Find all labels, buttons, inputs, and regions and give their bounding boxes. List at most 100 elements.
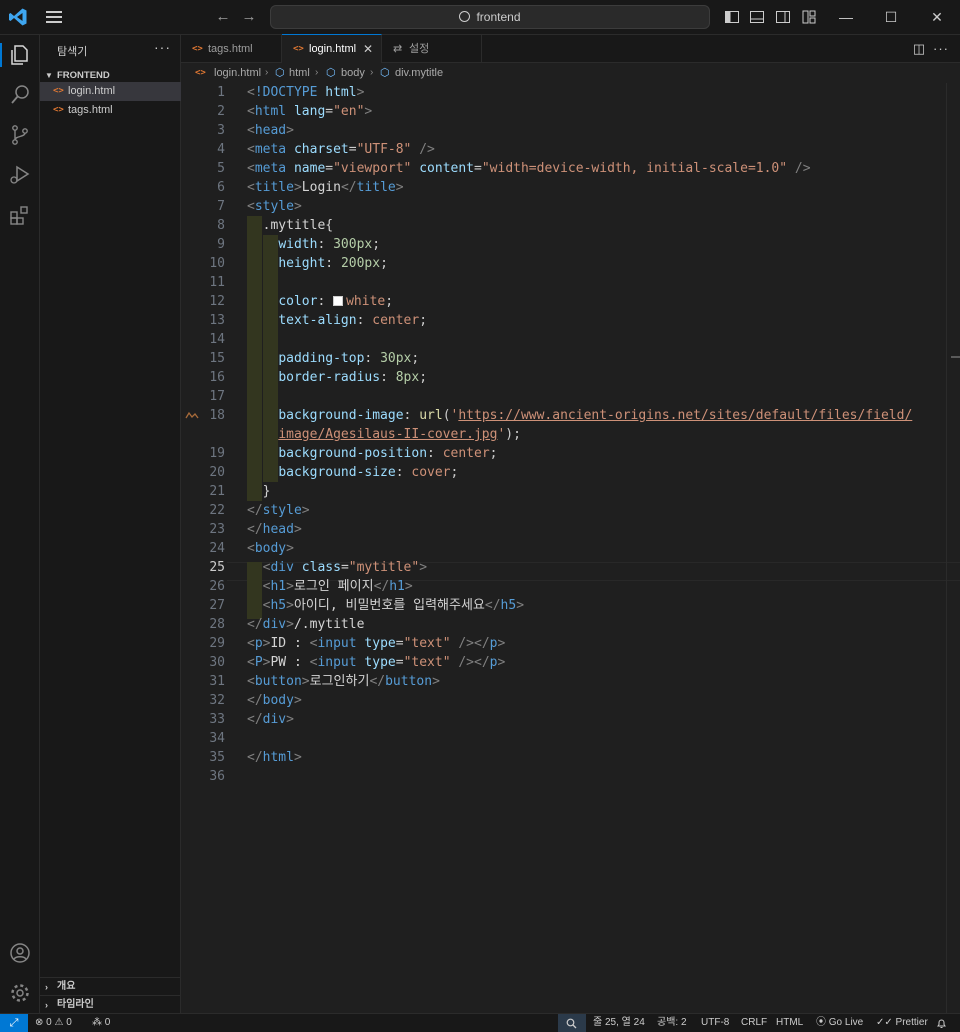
line-number: 35 [209,750,225,765]
code-line[interactable]: 31 <button>로그인하기</button> [181,672,960,691]
breadcrumb-div[interactable]: div.mytitle [395,63,443,83]
code-line[interactable]: 15 padding-top: 30px; [181,349,960,368]
toggle-primary-sidebar-icon[interactable] [724,9,740,25]
code-line[interactable]: 29 <p>ID : <input type="text" /></p> [181,634,960,653]
file-item-tags[interactable]: <> tags.html [40,101,181,120]
close-tab-icon[interactable]: ✕ [363,35,373,63]
cursor-position[interactable]: 줄 25, 열 24 [593,1014,645,1032]
encoding[interactable]: UTF-8 [701,1014,729,1032]
chevron-right-icon: › [45,1000,48,1010]
code-text: <p>ID : <input type="text" /></p> [247,636,506,651]
zoom-indicator[interactable] [558,1014,586,1032]
more-actions-button[interactable]: ··· [154,39,171,55]
code-line[interactable]: 35 </html> [181,748,960,767]
account-icon[interactable] [8,941,32,965]
breadcrumb-html[interactable]: html [289,63,310,83]
color-swatch[interactable] [333,296,344,306]
language-mode[interactable]: HTML [776,1014,803,1032]
code-text: <h5>아이디, 비밀번호를 입력해주세요</h5> [262,598,525,613]
code-line[interactable]: 4 <meta charset="UTF-8" /> [181,140,960,159]
code-line[interactable]: 30 <P>PW : <input type="text" /></p> [181,653,960,672]
run-debug-icon[interactable] [8,163,32,187]
ports-indicator[interactable]: ⁂ 0 [92,1014,110,1032]
code-line[interactable]: 18 background-image: url('https://www.an… [181,406,960,425]
code-text: background-position: center; [278,446,498,461]
code-line[interactable]: 26 <h1>로그인 페이지</h1> [181,577,960,596]
line-number: 17 [209,389,225,404]
search-icon[interactable] [8,83,32,107]
code-line[interactable]: 14 [181,330,960,349]
menu-icon[interactable] [46,11,62,23]
code-line[interactable]: 36 [181,767,960,786]
code-line[interactable]: 17 [181,387,960,406]
more-actions-icon[interactable]: ··· [933,41,949,57]
code-line[interactable]: 5 <meta name="viewport" content="width=de… [181,159,960,178]
remote-indicator-icon[interactable]: ⤢ [0,1014,28,1032]
code-line[interactable]: 9 width: 300px; [181,235,960,254]
indentation[interactable]: 공백: 2 [657,1014,687,1032]
code-line[interactable]: 13 text-align: center; [181,311,960,330]
code-line[interactable]: 20 background-size: cover; [181,463,960,482]
code-line[interactable]: 2 <html lang="en"> [181,102,960,121]
tab-tags-html[interactable]: <> tags.html [181,35,282,63]
code-text: <div class="mytitle"> [262,560,428,575]
code-editor[interactable]: 1 <!DOCTYPE html> 2 <html lang="en"> 3 <head>… [181,83,960,1013]
outline-section[interactable]: › 개요 [40,977,181,995]
code-line[interactable]: 23 </head> [181,520,960,539]
explorer-icon[interactable] [8,43,32,67]
command-center-search[interactable]: frontend [270,5,710,29]
line-number: 2 [217,104,225,119]
code-line[interactable]: 10 height: 200px; [181,254,960,273]
code-line[interactable]: 8 .mytitle{ [181,216,960,235]
forward-arrow-icon[interactable]: → [240,8,258,26]
line-number: 27 [209,598,225,613]
line-number: 26 [209,579,225,594]
active-indicator [0,43,2,67]
code-text: </head> [247,522,302,537]
breadcrumb-file[interactable]: login.html [214,63,261,83]
line-number: 19 [209,446,225,461]
prettier-button[interactable]: ✓✓ Prettier [876,1014,928,1032]
code-line[interactable]: 27 <h5>아이디, 비밀번호를 입력해주세요</h5> [181,596,960,615]
code-line[interactable]: 1 <!DOCTYPE html> [181,83,960,102]
code-line[interactable]: 25 <div class="mytitle"> [181,558,960,577]
code-line[interactable]: 19 background-position: center; [181,444,960,463]
toggle-panel-icon[interactable] [749,9,765,25]
close-window-button[interactable]: ✕ [914,0,960,35]
split-editor-icon[interactable]: ◫ [911,41,927,57]
ports-count: 0 [104,1017,111,1028]
code-line[interactable]: image/Agesilaus-II-cover.jpg'); [181,425,960,444]
code-text: <meta name="viewport" content="width=dev… [247,161,811,176]
settings-gear-icon[interactable] [8,981,32,1005]
code-line[interactable]: 11 [181,273,960,292]
minimize-button[interactable]: — [823,0,869,35]
timeline-section[interactable]: › 타임라인 [40,995,181,1013]
end-of-line[interactable]: CRLF [741,1014,767,1032]
code-line[interactable]: 28 </div>/.mytitle [181,615,960,634]
go-live-button[interactable]: ⦿ Go Live [816,1014,863,1032]
maximize-button[interactable]: ☐ [868,0,914,35]
code-line[interactable]: 32 </body> [181,691,960,710]
code-line[interactable]: 12 color: white; [181,292,960,311]
file-item-login[interactable]: <> login.html [40,82,181,101]
code-line[interactable]: 3 <head> [181,121,960,140]
code-line[interactable]: 16 border-radius: 8px; [181,368,960,387]
breadcrumb-body[interactable]: body [341,63,365,83]
code-line[interactable]: 24 <body> [181,539,960,558]
code-line[interactable]: 7 <style> [181,197,960,216]
toggle-secondary-sidebar-icon[interactable] [775,9,791,25]
code-line[interactable]: 33 </div> [181,710,960,729]
editor-scrollbar[interactable] [946,83,960,1013]
code-line[interactable]: 21 } [181,482,960,501]
code-line[interactable]: 6 <title>Login</title> [181,178,960,197]
back-arrow-icon[interactable]: ← [214,8,232,26]
customize-layout-icon[interactable] [801,9,817,25]
tab-login-html[interactable]: <> login.html ✕ [282,34,382,63]
source-control-icon[interactable] [8,123,32,147]
code-line[interactable]: 34 [181,729,960,748]
extensions-icon[interactable] [8,203,32,227]
code-line[interactable]: 22 </style> [181,501,960,520]
problems-indicator[interactable]: ⊗ 0 ⚠ 0 [35,1014,72,1032]
notifications-bell-icon[interactable] [936,1018,947,1029]
tab-settings[interactable]: ⇄ 설정 [382,35,482,63]
